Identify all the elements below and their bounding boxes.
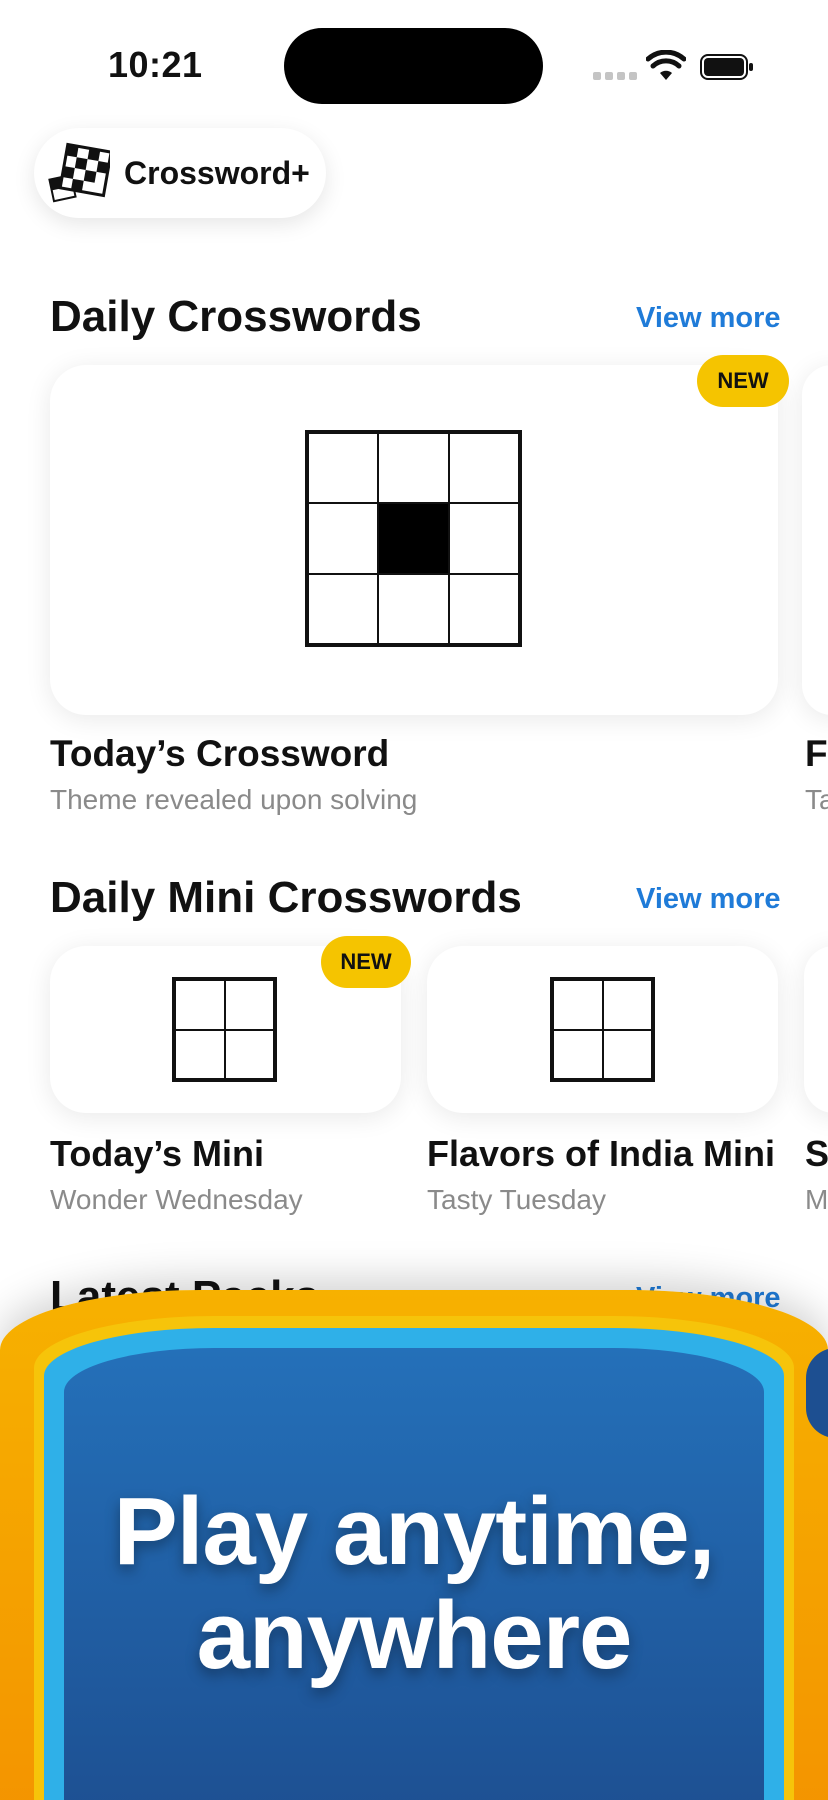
daily-mini-title: Daily Mini Crosswords bbox=[50, 873, 522, 922]
todays-mini-subtitle: Wonder Wednesday bbox=[50, 1184, 303, 1215]
daily-view-more-link[interactable]: View more bbox=[636, 302, 781, 335]
promo-line-2: anywhere bbox=[196, 1582, 633, 1689]
todays-mini-title: Today’s Mini bbox=[50, 1133, 265, 1174]
crossword-logo-icon bbox=[48, 142, 110, 203]
promo-banner-headline: Play anytime, anywhere bbox=[64, 1480, 764, 1688]
todays-crossword-subtitle: Theme revealed upon solving bbox=[50, 784, 418, 815]
dynamic-island bbox=[284, 28, 543, 104]
battery-icon bbox=[700, 54, 753, 80]
new-badge: NEW bbox=[321, 936, 411, 988]
flavors-of-india-mini-title: Flavors of India Mini bbox=[427, 1133, 776, 1174]
app-name: Crossword+ bbox=[124, 154, 310, 191]
crossword-grid-icon bbox=[305, 430, 522, 647]
app-logo-button[interactable]: Crossword+ bbox=[34, 128, 326, 218]
cellular-signal-icon bbox=[593, 72, 637, 80]
mini-grid-icon bbox=[550, 977, 655, 1082]
flavors-of-india-mini-subtitle: Tasty Tuesday bbox=[427, 1184, 606, 1215]
next-mini-card[interactable] bbox=[804, 946, 828, 1113]
todays-crossword-title: Today’s Crossword bbox=[50, 733, 390, 774]
new-badge: NEW bbox=[697, 355, 789, 407]
promo-line-1: Play anytime, bbox=[113, 1478, 716, 1585]
status-time: 10:21 bbox=[108, 44, 203, 85]
next-crossword-subtitle: Ta bbox=[805, 784, 828, 815]
next-mini-title: Sv bbox=[805, 1133, 828, 1174]
next-mini-subtitle: Mu bbox=[805, 1184, 828, 1215]
next-crossword-card[interactable] bbox=[802, 365, 828, 715]
next-crossword-title: Fl bbox=[805, 733, 828, 774]
daily-crosswords-title: Daily Crosswords bbox=[50, 292, 422, 341]
wifi-icon bbox=[646, 50, 686, 80]
mini-view-more-link[interactable]: View more bbox=[636, 883, 781, 916]
mini-grid-icon bbox=[172, 977, 277, 1082]
